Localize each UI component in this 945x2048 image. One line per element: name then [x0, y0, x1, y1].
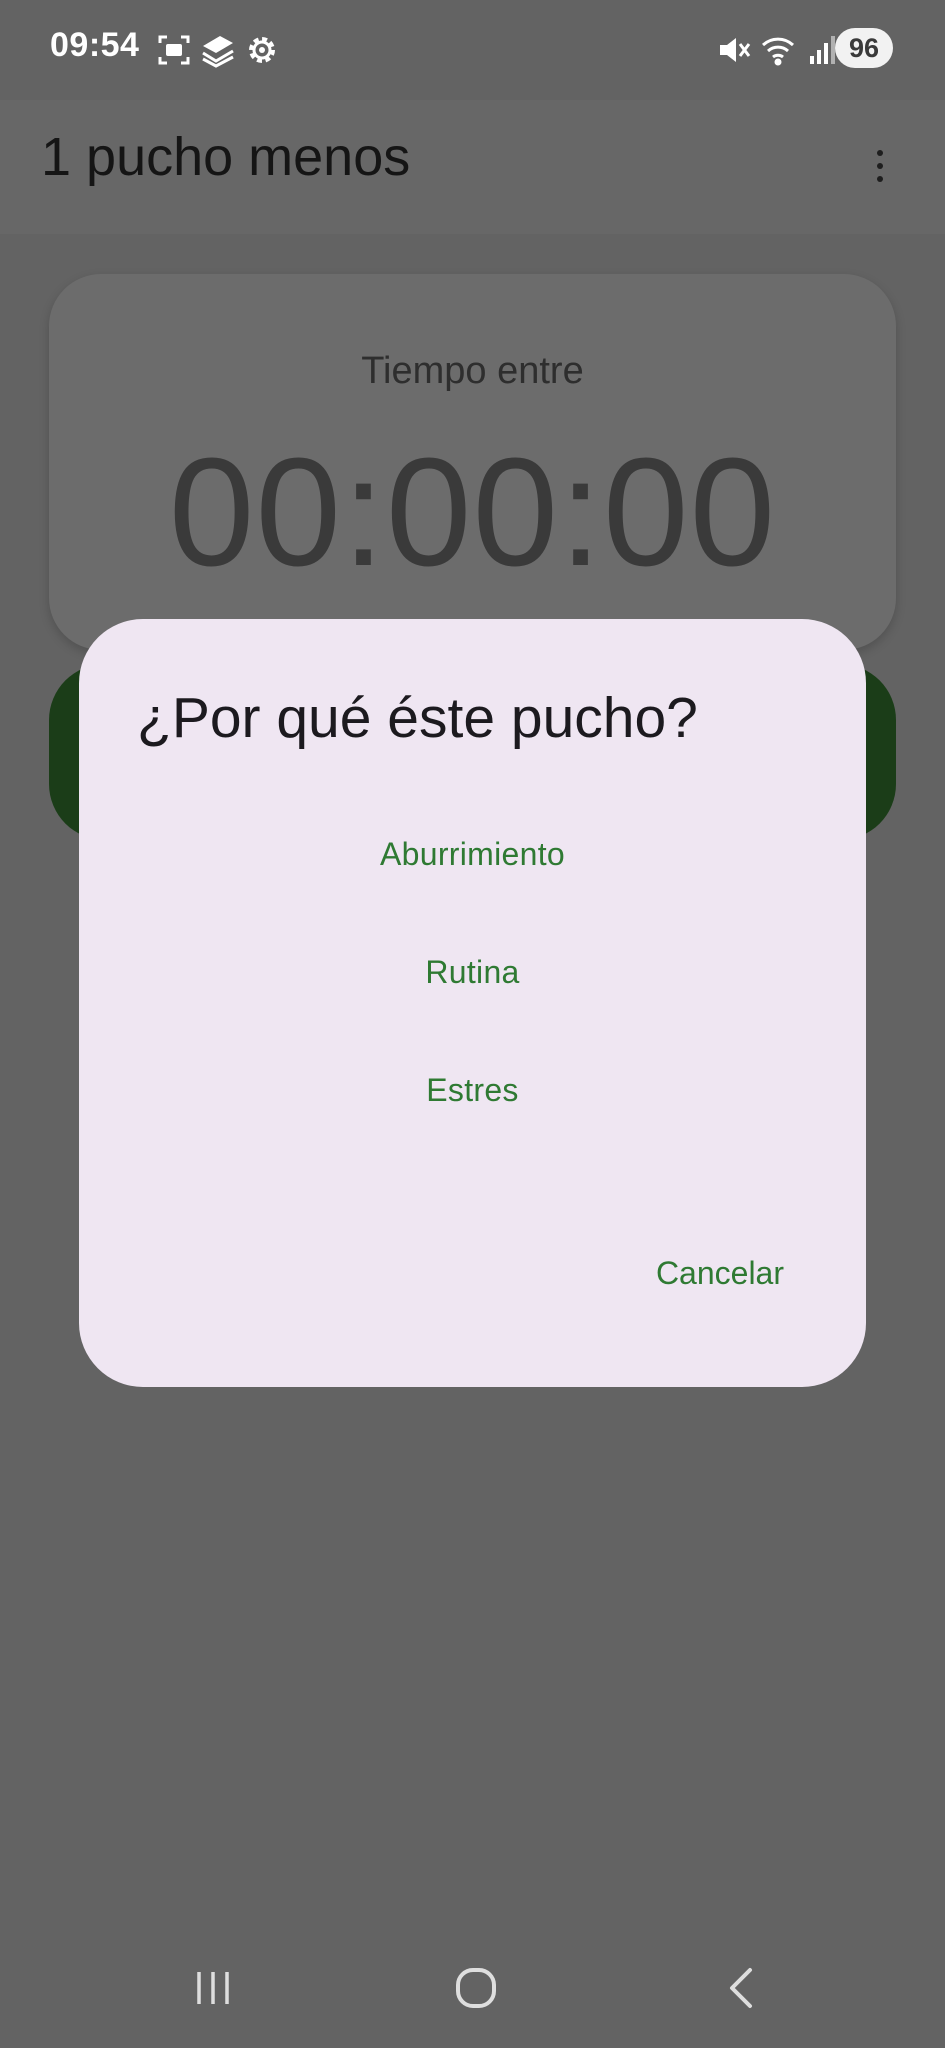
option-estres[interactable]: Estres [79, 1045, 866, 1135]
settings-icon [244, 32, 280, 68]
timer-label: Tiempo entre [361, 350, 584, 392]
status-right-icons [716, 32, 840, 68]
stack-icon [200, 32, 236, 68]
home-icon[interactable] [446, 1958, 506, 2018]
option-aburrimiento[interactable]: Aburrimiento [79, 809, 866, 899]
battery-indicator: 96 [835, 28, 893, 68]
dialog-title: ¿Por qué éste pucho? [137, 686, 698, 750]
app-title: 1 pucho menos [41, 127, 411, 187]
option-rutina[interactable]: Rutina [79, 927, 866, 1017]
overflow-menu-icon[interactable] [865, 144, 895, 188]
status-time: 09:54 [50, 26, 140, 64]
status-bar: 09:54 96 [0, 0, 945, 100]
mute-icon [716, 32, 752, 68]
timer-value: 00:00:00 [168, 426, 777, 598]
wifi-icon [760, 32, 796, 68]
reason-dialog: ¿Por qué éste pucho? Aburrimiento Rutina… [79, 619, 866, 1387]
timer-card: Tiempo entre 00:00:00 [49, 274, 896, 650]
back-icon[interactable] [712, 1958, 772, 2018]
recent-apps-icon[interactable] [183, 1958, 243, 2018]
status-left-icons [156, 32, 280, 68]
app-bar: 1 pucho menos [0, 100, 945, 234]
cancel-button[interactable]: Cancelar [656, 1237, 784, 1309]
screenshot-icon [156, 32, 192, 68]
navigation-bar [0, 1936, 945, 2048]
